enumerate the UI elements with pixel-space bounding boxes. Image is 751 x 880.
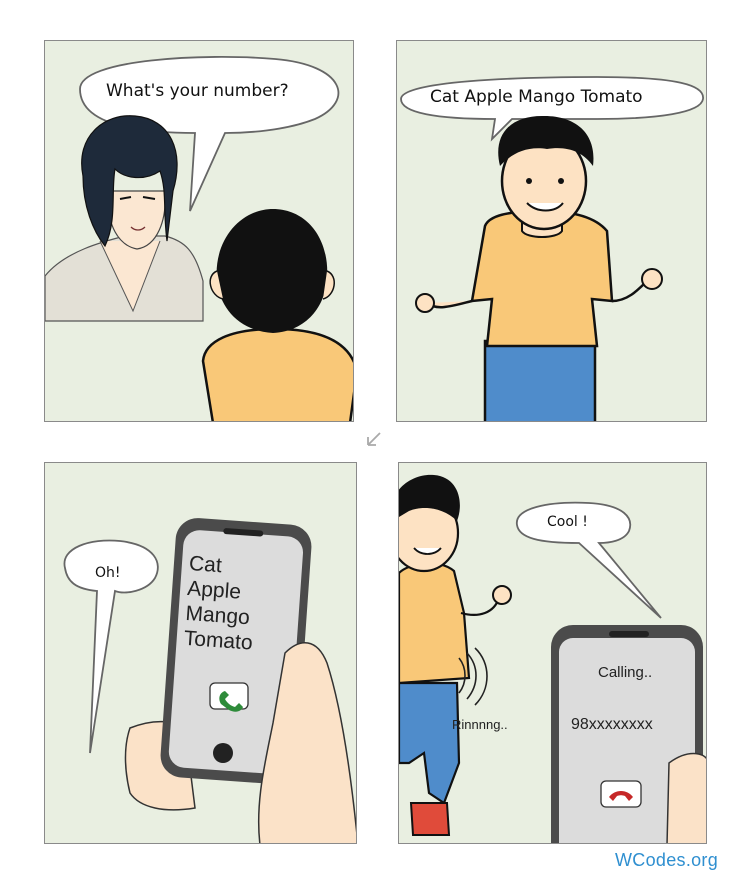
panel-3 [44,462,357,844]
speech-text-oh: Oh! [95,565,121,581]
speech-text-code-words: Cat Apple Mango Tomato [430,87,643,107]
dark-haired-character [45,115,204,322]
panel-3-art [63,518,356,843]
speech-text-cool: Cool ! [547,514,588,530]
speech-text-question: What's your number? [106,81,289,101]
boy-from-behind [201,209,353,421]
phone-contact-name: Cat Apple Mango Tomato [183,551,259,656]
read-order-arrow-icon [367,432,381,446]
calling-phone [551,625,706,843]
calling-label: Calling.. [598,664,653,681]
watermark: WCodes.org [615,850,719,870]
phone-line-4: Tomato [183,626,254,655]
walking-boy [399,474,512,836]
speech-bubble-4 [516,501,662,619]
ringing-sound-text: Rinnnng.. [452,717,508,732]
smiling-boy [415,115,663,421]
phone-number: 98xxxxxxxx [571,716,653,733]
